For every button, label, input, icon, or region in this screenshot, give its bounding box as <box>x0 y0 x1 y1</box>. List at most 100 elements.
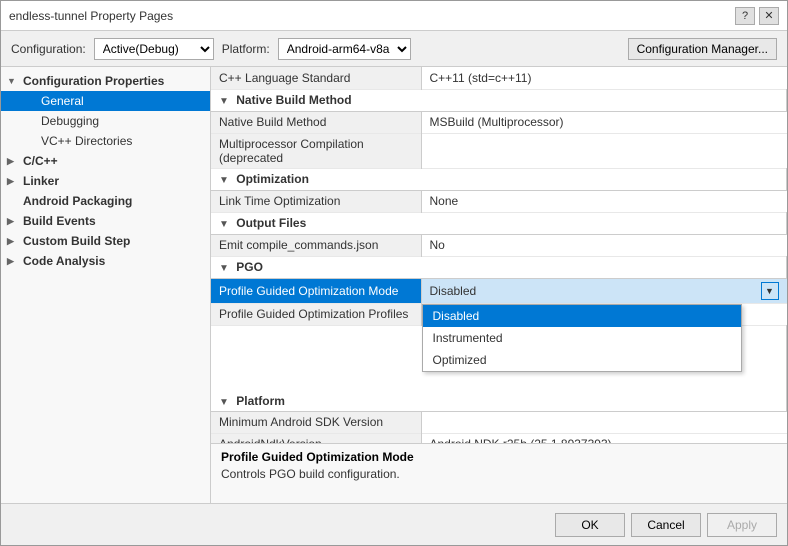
main-content: ▼ Configuration Properties General Debug… <box>1 67 787 503</box>
sidebar-item-cpp[interactable]: ▶ C/C++ <box>1 151 210 171</box>
dropdown-arrow-button[interactable]: ▼ <box>761 282 779 300</box>
table-row: C++ Language Standard C++11 (std=c++11) <box>211 67 787 89</box>
table-row-pgo-profiles: Profile Guided Optimization Profiles Dis… <box>211 303 787 325</box>
section-header-label: PGO <box>236 260 263 274</box>
platform-select[interactable]: Android-arm64-v8a <box>278 38 411 60</box>
section-toggle-icon[interactable]: ▼ <box>219 397 229 408</box>
option-label: Optimized <box>433 353 487 367</box>
prop-label: Link Time Optimization <box>211 190 421 212</box>
table-row-pgo-mode: Profile Guided Optimization Mode Disable… <box>211 278 787 303</box>
prop-label: AndroidNdkVersion <box>211 433 421 443</box>
chevron-down-icon: ▼ <box>765 286 774 296</box>
section-header-output: ▼ Output Files <box>211 212 787 234</box>
sidebar-item-label: Android Packaging <box>23 194 132 208</box>
prop-table: C++ Language Standard C++11 (std=c++11) … <box>211 67 787 443</box>
dropdown-value: Disabled <box>430 284 477 298</box>
dropdown-option-instrumented[interactable]: Instrumented <box>423 327 741 349</box>
prop-value[interactable]: Disabled Instrumented Optimized <box>421 303 787 325</box>
sidebar-item-linker[interactable]: ▶ Linker <box>1 171 210 191</box>
section-header-label: Optimization <box>236 172 309 186</box>
section-header-label: Native Build Method <box>236 93 351 107</box>
cancel-button[interactable]: Cancel <box>631 513 701 537</box>
sidebar-item-label: Debugging <box>41 114 99 128</box>
sidebar-item-android-packaging[interactable]: Android Packaging <box>1 191 210 211</box>
section-toggle-icon[interactable]: ▼ <box>219 263 229 274</box>
prop-value[interactable] <box>421 411 787 433</box>
sidebar-item-vc-directories[interactable]: VC++ Directories <box>1 131 210 151</box>
sidebar-item-build-events[interactable]: ▶ Build Events <box>1 211 210 231</box>
description-title: Profile Guided Optimization Mode <box>221 450 777 464</box>
platform-label: Platform: <box>222 42 270 56</box>
section-toggle-icon[interactable]: ▼ <box>219 219 229 230</box>
table-row: Link Time Optimization None <box>211 190 787 212</box>
prop-table-container: C++ Language Standard C++11 (std=c++11) … <box>211 67 787 443</box>
sidebar-item-label: General <box>41 94 84 108</box>
expand-icon: ▶ <box>7 236 19 247</box>
footer: OK Cancel Apply <box>1 503 787 545</box>
section-header-native: ▼ Native Build Method <box>211 89 787 111</box>
sidebar-item-label: Code Analysis <box>23 254 105 268</box>
option-label: Instrumented <box>433 331 503 345</box>
table-row-ndk-version: AndroidNdkVersion Android NDK r25b (25.1… <box>211 433 787 443</box>
title-bar: endless-tunnel Property Pages ? ✕ <box>1 1 787 31</box>
sidebar-item-custom-build-step[interactable]: ▶ Custom Build Step <box>1 231 210 251</box>
sidebar-item-label: VC++ Directories <box>41 134 132 148</box>
section-toggle-icon[interactable]: ▼ <box>219 96 229 107</box>
prop-label: Profile Guided Optimization Profiles <box>211 303 421 325</box>
dropdown-overlay: Disabled Instrumented Optimized <box>422 304 742 372</box>
sidebar-item-debugging[interactable]: Debugging <box>1 111 210 131</box>
property-pages-window: endless-tunnel Property Pages ? ✕ Config… <box>0 0 788 546</box>
section-header-label: Output Files <box>236 216 306 230</box>
config-bar: Configuration: Active(Debug) Platform: A… <box>1 31 787 67</box>
dropdown-cell: Disabled ▼ <box>430 282 779 300</box>
section-header-pgo: ▼ PGO <box>211 256 787 278</box>
configuration-select[interactable]: Active(Debug) <box>94 38 214 60</box>
table-row: Native Build Method MSBuild (Multiproces… <box>211 111 787 133</box>
apply-button[interactable]: Apply <box>707 513 777 537</box>
sidebar-item-label: Build Events <box>23 214 96 228</box>
dropdown-option-optimized[interactable]: Optimized <box>423 349 741 371</box>
expand-icon: ▼ <box>7 76 19 86</box>
expand-icon: ▶ <box>7 156 19 167</box>
sidebar: ▼ Configuration Properties General Debug… <box>1 67 211 503</box>
sidebar-item-label: Configuration Properties <box>23 74 164 88</box>
prop-value[interactable]: Android NDK r25b (25.1.8937393) <box>421 433 787 443</box>
sidebar-item-config-properties[interactable]: ▼ Configuration Properties <box>1 71 210 91</box>
prop-label: Minimum Android SDK Version <box>211 411 421 433</box>
description-text: Controls PGO build configuration. <box>221 467 777 481</box>
description-panel: Profile Guided Optimization Mode Control… <box>211 443 787 503</box>
prop-label: Emit compile_commands.json <box>211 234 421 256</box>
sidebar-item-label: C/C++ <box>23 154 58 168</box>
close-button[interactable]: ✕ <box>759 7 779 25</box>
ok-button[interactable]: OK <box>555 513 625 537</box>
option-label: Disabled <box>433 309 480 323</box>
sidebar-item-label: Linker <box>23 174 59 188</box>
expand-icon: ▶ <box>7 176 19 187</box>
sidebar-item-label: Custom Build Step <box>23 234 130 248</box>
section-header-label: Platform <box>236 394 285 408</box>
section-toggle-icon[interactable]: ▼ <box>219 175 229 186</box>
prop-label: Multiprocessor Compilation (deprecated <box>211 133 421 168</box>
expand-icon: ▶ <box>7 216 19 227</box>
prop-value[interactable]: No <box>421 234 787 256</box>
prop-value[interactable] <box>421 133 787 168</box>
prop-label: C++ Language Standard <box>211 67 421 89</box>
dropdown-option-disabled[interactable]: Disabled <box>423 305 741 327</box>
prop-label: Profile Guided Optimization Mode <box>211 278 421 303</box>
prop-value[interactable]: C++11 (std=c++11) <box>421 67 787 89</box>
properties-panel: C++ Language Standard C++11 (std=c++11) … <box>211 67 787 503</box>
config-manager-button[interactable]: Configuration Manager... <box>628 38 777 60</box>
config-label: Configuration: <box>11 42 86 56</box>
prop-label: Native Build Method <box>211 111 421 133</box>
expand-icon: ▶ <box>7 256 19 267</box>
help-button[interactable]: ? <box>735 7 755 25</box>
table-row: Multiprocessor Compilation (deprecated <box>211 133 787 168</box>
sidebar-item-code-analysis[interactable]: ▶ Code Analysis <box>1 251 210 271</box>
section-header-optimization: ▼ Optimization <box>211 168 787 190</box>
sidebar-item-general[interactable]: General <box>1 91 210 111</box>
prop-value[interactable]: MSBuild (Multiprocessor) <box>421 111 787 133</box>
prop-value[interactable]: None <box>421 190 787 212</box>
window-title: endless-tunnel Property Pages <box>9 9 173 23</box>
prop-value[interactable]: Disabled ▼ <box>421 278 787 303</box>
table-row: Emit compile_commands.json No <box>211 234 787 256</box>
